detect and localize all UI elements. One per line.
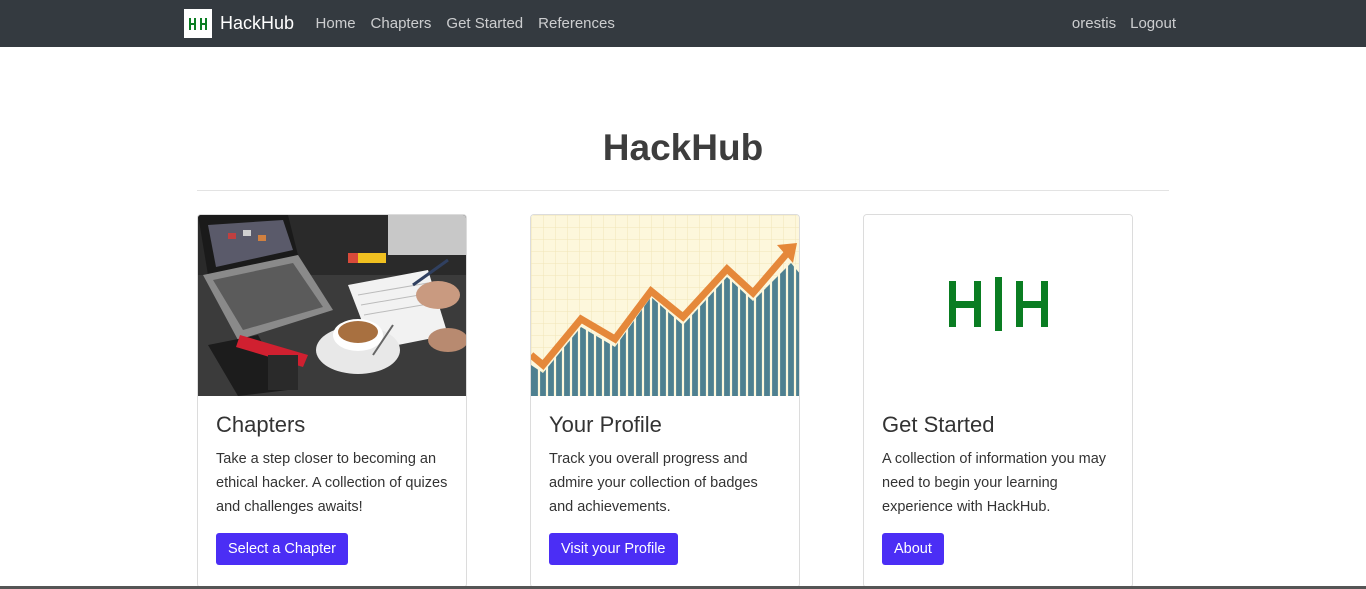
- main-content: HackHub Chapters Take a step closer to b…: [197, 47, 1169, 588]
- card-body: Chapters Take a step closer to becoming …: [198, 396, 466, 581]
- card-description: Track you overall progress and admire yo…: [549, 451, 758, 515]
- hackhub-logo-large-icon: [864, 215, 1132, 396]
- navbar-inner: HackHub Home Chapters Get Started Refere…: [184, 0, 1176, 47]
- nav-links: Home Chapters Get Started References: [308, 15, 622, 32]
- growth-chart-image: [531, 215, 799, 396]
- top-navbar: HackHub Home Chapters Get Started Refere…: [0, 0, 1366, 47]
- card-description: A collection of information you may need…: [882, 451, 1107, 515]
- brand-name: HackHub: [220, 13, 295, 33]
- nav-chapters[interactable]: Chapters: [363, 15, 439, 32]
- visit-profile-button[interactable]: Visit your Profile: [549, 533, 678, 565]
- card-body: Get Started A collection of information …: [864, 396, 1132, 581]
- nav-logout[interactable]: Logout: [1116, 15, 1176, 32]
- about-button[interactable]: About: [882, 533, 944, 565]
- nav-get-started[interactable]: Get Started: [439, 15, 531, 32]
- nav-home[interactable]: Home: [308, 15, 363, 32]
- card-body: Your Profile Track you overall progress …: [531, 396, 799, 581]
- title-divider: [197, 190, 1169, 191]
- card-get-started: Get Started A collection of information …: [863, 214, 1133, 588]
- laptop-coffee-image: [198, 215, 466, 396]
- brand-link[interactable]: HackHub: [184, 9, 294, 38]
- page-title: HackHub: [602, 127, 764, 168]
- card-title: Chapters: [216, 412, 306, 437]
- card-description: Take a step closer to becoming an ethica…: [216, 451, 448, 515]
- card-title: Your Profile: [549, 412, 662, 437]
- nav-username[interactable]: orestis: [1058, 15, 1116, 32]
- nav-user-area: orestis Logout: [1058, 15, 1176, 32]
- hackhub-logo-icon: [184, 9, 212, 38]
- card-title: Get Started: [882, 412, 995, 437]
- select-chapter-button[interactable]: Select a Chapter: [216, 533, 349, 565]
- card-chapters: Chapters Take a step closer to becoming …: [197, 214, 467, 588]
- nav-references[interactable]: References: [531, 15, 623, 32]
- card-profile: Your Profile Track you overall progress …: [530, 214, 800, 588]
